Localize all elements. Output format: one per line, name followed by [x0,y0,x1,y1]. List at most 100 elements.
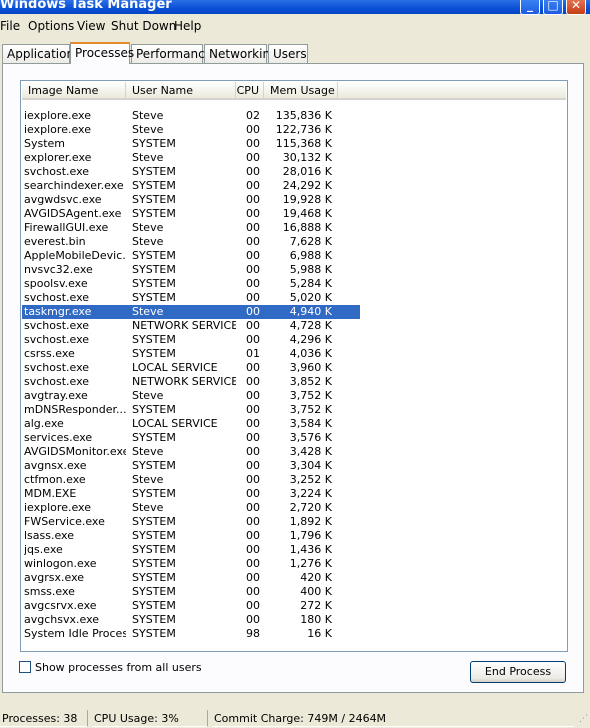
process-cpu: 00 [246,473,260,486]
resize-grip-icon[interactable]: ⋰ [579,714,588,724]
process-row[interactable]: avgrsx.exe SYSTEM 00 420 K [22,571,360,585]
process-user-name: SYSTEM [132,333,176,346]
process-mem-usage: 28,016 K [282,165,332,178]
process-row[interactable]: avgtray.exe Steve 00 3,752 K [22,389,360,403]
process-image-name: avgcsrvx.exe [24,599,97,612]
process-row[interactable]: iexplore.exe Steve 00 122,736 K [22,123,360,137]
process-row[interactable]: smss.exe SYSTEM 00 400 K [22,585,360,599]
process-row[interactable]: searchindexer.exe SYSTEM 00 24,292 K [22,179,360,193]
process-user-name: SYSTEM [132,277,176,290]
process-row[interactable]: nvsvc32.exe SYSTEM 00 5,988 K [22,263,360,277]
process-user-name: SYSTEM [132,515,176,528]
process-row[interactable]: iexplore.exe Steve 00 2,720 K [22,501,360,515]
process-cpu: 00 [246,333,260,346]
process-row[interactable]: System Idle Process SYSTEM 98 16 K [22,627,360,641]
process-image-name: svchost.exe [24,165,90,178]
process-image-name: svchost.exe [24,319,90,332]
process-row[interactable]: spoolsv.exe SYSTEM 00 5,284 K [22,277,360,291]
column-image-name[interactable]: Image Name [22,82,126,100]
minimize-button[interactable]: _ [520,0,540,15]
tab-users[interactable]: Users [268,44,308,63]
process-mem-usage: 115,368 K [275,137,332,150]
process-mem-usage: 3,224 K [289,487,332,500]
menu-bar: File Options View Shut Down Help [0,16,590,36]
process-user-name: SYSTEM [132,487,176,500]
process-row[interactable]: iexplore.exe Steve 02 135,836 K [22,109,360,123]
process-mem-usage: 1,796 K [289,529,332,542]
process-row[interactable]: svchost.exe NETWORK SERVICE 00 3,852 K [22,375,360,389]
process-row[interactable]: ctfmon.exe Steve 00 3,252 K [22,473,360,487]
process-row[interactable]: svchost.exe SYSTEM 00 28,016 K [22,165,360,179]
column-mem-usage[interactable]: Mem Usage [264,82,338,100]
process-row[interactable]: alg.exe LOCAL SERVICE 00 3,584 K [22,417,360,431]
tab-networking[interactable]: Networking [204,44,278,63]
process-row[interactable]: taskmgr.exe Steve 00 4,940 K [22,305,360,319]
process-mem-usage: 19,928 K [282,193,332,206]
process-mem-usage: 122,736 K [275,123,332,136]
process-row[interactable]: jqs.exe SYSTEM 00 1,436 K [22,543,360,557]
process-cpu: 00 [246,613,260,626]
process-row[interactable]: svchost.exe NETWORK SERVICE 00 4,728 K [22,319,360,333]
process-row[interactable]: FWService.exe SYSTEM 00 1,892 K [22,515,360,529]
close-button[interactable]: ✕ [566,0,586,15]
process-row[interactable]: avgcsrvx.exe SYSTEM 00 272 K [22,599,360,613]
process-list[interactable]: Image Name User Name CPU Mem Usage iexpl… [20,80,568,652]
tab-processes[interactable]: Processes [70,42,134,64]
process-row[interactable]: FirewallGUI.exe Steve 00 16,888 K [22,221,360,235]
process-row[interactable]: mDNSResponder.... SYSTEM 00 3,752 K [22,403,360,417]
process-user-name: LOCAL SERVICE [132,417,218,430]
process-cpu: 00 [246,375,260,388]
process-row[interactable]: AVGIDSMonitor.exe Steve 00 3,428 K [22,445,360,459]
maximize-button[interactable]: □ [543,0,563,15]
process-row[interactable]: MDM.EXE SYSTEM 00 3,224 K [22,487,360,501]
process-mem-usage: 5,284 K [289,277,332,290]
process-mem-usage: 420 K [300,571,332,584]
process-mem-usage: 19,468 K [282,207,332,220]
end-process-button[interactable]: End Process [470,661,566,683]
process-row[interactable]: winlogon.exe SYSTEM 00 1,276 K [22,557,360,571]
process-row[interactable]: lsass.exe SYSTEM 00 1,796 K [22,529,360,543]
process-image-name: iexplore.exe [24,501,91,514]
process-user-name: SYSTEM [132,431,176,444]
process-image-name: alg.exe [24,417,64,430]
process-user-name: SYSTEM [132,179,176,192]
show-all-users-label[interactable]: Show processes from all users [35,661,202,674]
process-user-name: SYSTEM [132,137,176,150]
process-user-name: SYSTEM [132,207,176,220]
process-row[interactable]: services.exe SYSTEM 00 3,576 K [22,431,360,445]
menu-options[interactable]: Options [28,19,74,33]
menu-shut-down[interactable]: Shut Down [111,19,176,33]
column-user-name[interactable]: User Name [126,82,236,100]
process-row[interactable]: avgnsx.exe SYSTEM 00 3,304 K [22,459,360,473]
process-row[interactable]: svchost.exe SYSTEM 00 5,020 K [22,291,360,305]
process-row[interactable]: System SYSTEM 00 115,368 K [22,137,360,151]
process-cpu: 00 [246,123,260,136]
show-all-users-checkbox[interactable] [19,661,31,673]
process-cpu: 00 [246,599,260,612]
process-user-name: Steve [132,305,164,318]
process-cpu: 00 [246,585,260,598]
process-row[interactable]: AppleMobileDevic... SYSTEM 00 6,988 K [22,249,360,263]
process-image-name: jqs.exe [24,543,63,556]
process-row[interactable]: avgchsvx.exe SYSTEM 00 180 K [22,613,360,627]
process-mem-usage: 3,252 K [289,473,332,486]
menu-file[interactable]: File [0,19,20,33]
process-cpu: 98 [246,627,260,640]
process-row[interactable]: csrss.exe SYSTEM 01 4,036 K [22,347,360,361]
process-row[interactable]: svchost.exe SYSTEM 00 4,296 K [22,333,360,347]
tab-applications[interactable]: Applications [2,44,80,63]
tab-performance[interactable]: Performance [131,44,212,63]
menu-help[interactable]: Help [174,19,201,33]
process-row[interactable]: avgwdsvc.exe SYSTEM 00 19,928 K [22,193,360,207]
process-image-name: winlogon.exe [24,557,97,570]
column-cpu[interactable]: CPU [236,82,264,100]
process-row[interactable]: svchost.exe LOCAL SERVICE 00 3,960 K [22,361,360,375]
process-image-name: avgtray.exe [24,389,88,402]
process-row[interactable]: everest.bin Steve 00 7,628 K [22,235,360,249]
process-row[interactable]: AVGIDSAgent.exe SYSTEM 00 19,468 K [22,207,360,221]
process-row[interactable]: explorer.exe Steve 00 30,132 K [22,151,360,165]
process-cpu: 00 [246,417,260,430]
process-image-name: nvsvc32.exe [24,263,93,276]
menu-view[interactable]: View [77,19,105,33]
process-cpu: 00 [246,389,260,402]
